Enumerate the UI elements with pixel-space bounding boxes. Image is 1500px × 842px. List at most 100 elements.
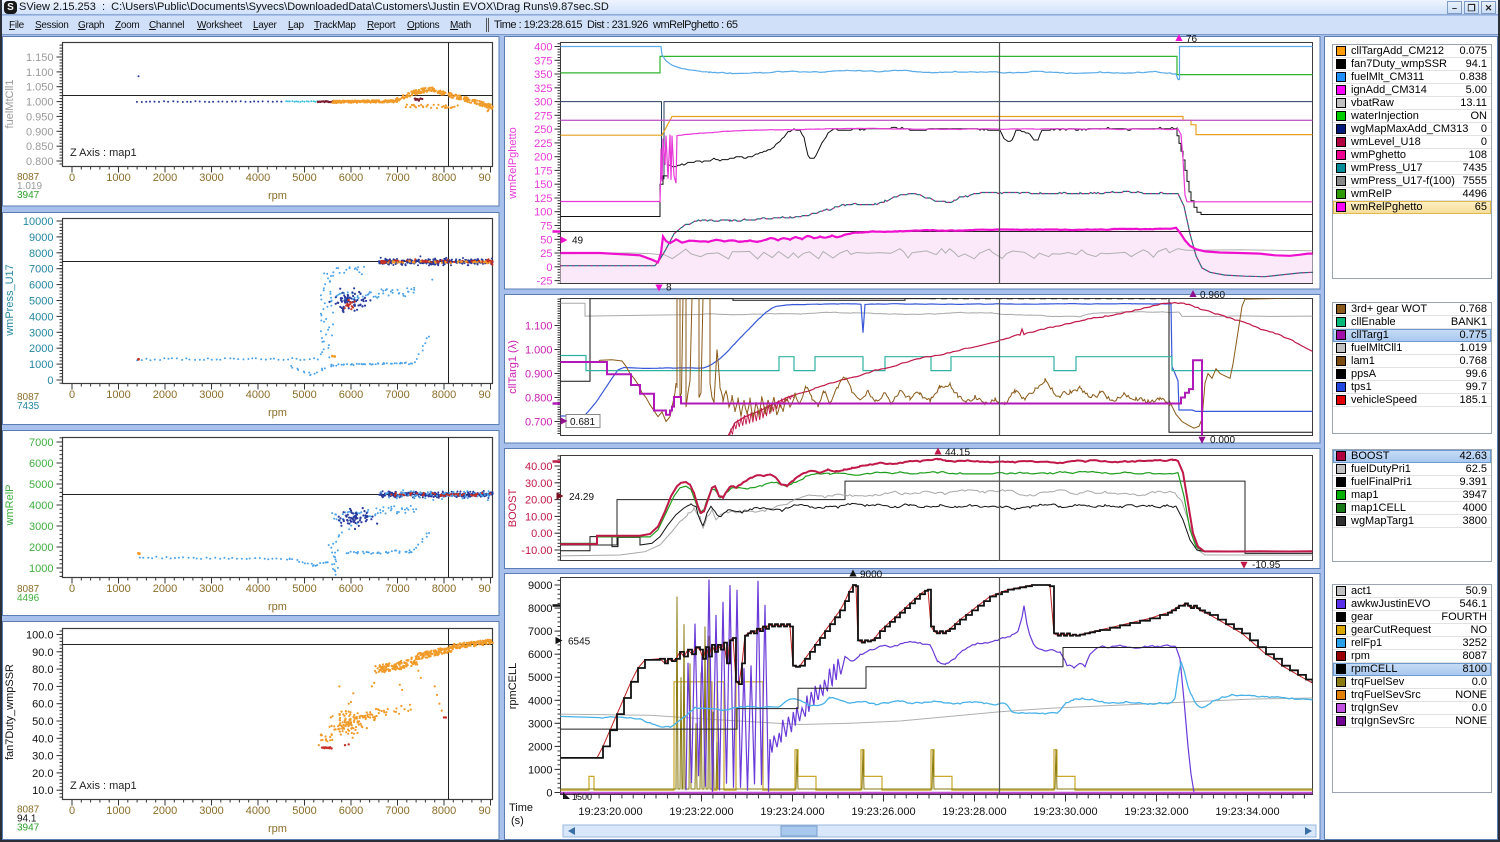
svg-text:19:23:34.000: 19:23:34.000 [1215, 806, 1279, 818]
svg-text:0: 0 [69, 172, 75, 184]
svg-text:0.700: 0.700 [525, 417, 553, 429]
svg-text:7000: 7000 [385, 583, 409, 595]
svg-text:2000: 2000 [29, 343, 53, 355]
svg-text:50: 50 [540, 234, 552, 246]
svg-text:4000: 4000 [246, 172, 270, 184]
svg-text:Z Axis : map1: Z Axis : map1 [70, 147, 137, 159]
svg-text:0.850: 0.850 [26, 141, 54, 153]
svg-text:6000: 6000 [29, 458, 53, 470]
svg-text:2000: 2000 [528, 741, 552, 753]
svg-text:5000: 5000 [29, 296, 53, 308]
svg-text:6000: 6000 [339, 805, 363, 817]
svg-text:5000: 5000 [29, 479, 53, 491]
svg-text:3000: 3000 [29, 327, 53, 339]
svg-text:19:23:24.000: 19:23:24.000 [760, 806, 824, 818]
svg-text:2000: 2000 [153, 389, 177, 401]
svg-text:wmPress_U17: wmPress_U17 [4, 264, 16, 337]
svg-text:5000: 5000 [292, 805, 316, 817]
svg-text:0.960: 0.960 [1200, 290, 1225, 301]
svg-text:125: 125 [534, 193, 552, 205]
svg-text:8000: 8000 [432, 583, 456, 595]
svg-text:19:23:20.000: 19:23:20.000 [578, 806, 642, 818]
svg-text:9000: 9000 [528, 580, 552, 592]
svg-text:8000: 8000 [432, 805, 456, 817]
svg-text:3000: 3000 [29, 521, 53, 533]
svg-text:fan7Duty_wmpSSR: fan7Duty_wmpSSR [4, 664, 16, 760]
svg-text:76: 76 [1186, 34, 1198, 45]
svg-text:6000: 6000 [339, 172, 363, 184]
svg-text:90: 90 [479, 583, 491, 595]
svg-text:70.0: 70.0 [32, 681, 53, 693]
svg-text:20.00: 20.00 [525, 495, 553, 507]
svg-text:0.681: 0.681 [570, 417, 595, 428]
svg-text:1.100: 1.100 [525, 321, 553, 333]
svg-text:8000: 8000 [432, 172, 456, 184]
svg-text:5000: 5000 [292, 583, 316, 595]
svg-text:0: 0 [69, 805, 75, 817]
svg-text:175: 175 [534, 165, 552, 177]
svg-text:19:23:30.000: 19:23:30.000 [1033, 806, 1097, 818]
svg-text:225: 225 [534, 138, 552, 150]
svg-text:6000: 6000 [339, 583, 363, 595]
svg-text:5000: 5000 [292, 172, 316, 184]
svg-text:0: 0 [47, 375, 53, 387]
svg-text:wmRelPghetto: wmRelPghetto [507, 127, 519, 200]
svg-text:3000: 3000 [528, 718, 552, 730]
svg-text:25: 25 [540, 248, 552, 260]
svg-text:90: 90 [479, 805, 491, 817]
svg-text:fuelMtCll1: fuelMtCll1 [4, 80, 16, 129]
svg-text:rpm: rpm [268, 601, 287, 613]
svg-text:4496: 4496 [17, 593, 40, 604]
svg-text:50.0: 50.0 [32, 716, 53, 728]
svg-text:Z Axis : map1: Z Axis : map1 [70, 780, 137, 792]
svg-text:49: 49 [572, 236, 584, 247]
svg-text:7000: 7000 [29, 437, 53, 449]
svg-text:1500: 1500 [572, 792, 592, 802]
svg-text:Time: Time [509, 802, 533, 814]
svg-text:19:23:28.000: 19:23:28.000 [942, 806, 1006, 818]
svg-text:2000: 2000 [153, 172, 177, 184]
svg-text:44.15: 44.15 [945, 448, 970, 459]
svg-text:3947: 3947 [17, 190, 40, 201]
svg-text:1000: 1000 [106, 805, 130, 817]
svg-text:250: 250 [534, 124, 552, 136]
svg-text:9000: 9000 [29, 232, 53, 244]
svg-text:4000: 4000 [29, 311, 53, 323]
svg-text:0.900: 0.900 [525, 369, 553, 381]
svg-text:300: 300 [534, 97, 552, 109]
svg-text:4000: 4000 [246, 805, 270, 817]
svg-text:24.29: 24.29 [569, 492, 594, 503]
svg-text:rpmCELL: rpmCELL [507, 663, 519, 709]
svg-text:cllTarg1 (λ): cllTarg1 (λ) [507, 340, 519, 394]
svg-text:2000: 2000 [153, 805, 177, 817]
svg-text:4000: 4000 [528, 695, 552, 707]
svg-text:1000: 1000 [106, 172, 130, 184]
svg-text:80.0: 80.0 [32, 664, 53, 676]
svg-text:6000: 6000 [339, 389, 363, 401]
svg-text:1.100: 1.100 [26, 67, 54, 79]
svg-text:7000: 7000 [528, 626, 552, 638]
svg-text:0.000: 0.000 [1210, 435, 1235, 446]
svg-text:350: 350 [534, 69, 552, 81]
svg-text:3000: 3000 [199, 805, 223, 817]
svg-text:60.0: 60.0 [32, 699, 53, 711]
svg-text:10.00: 10.00 [525, 511, 553, 523]
svg-text:325: 325 [534, 83, 552, 95]
svg-text:-10.00: -10.00 [521, 545, 552, 557]
svg-text:(s): (s) [511, 815, 524, 827]
svg-text:275: 275 [534, 110, 552, 122]
svg-text:7000: 7000 [29, 264, 53, 276]
svg-text:375: 375 [534, 55, 552, 67]
svg-text:30.0: 30.0 [32, 751, 53, 763]
svg-text:2000: 2000 [29, 542, 53, 554]
svg-text:40.0: 40.0 [32, 733, 53, 745]
svg-text:rpm: rpm [268, 823, 287, 835]
svg-text:1000: 1000 [106, 389, 130, 401]
svg-text:1.000: 1.000 [525, 345, 553, 357]
svg-text:1000: 1000 [29, 563, 53, 575]
svg-text:100.0: 100.0 [26, 630, 54, 642]
svg-text:1.050: 1.050 [26, 82, 54, 94]
svg-text:1000: 1000 [106, 583, 130, 595]
svg-text:2000: 2000 [153, 583, 177, 595]
svg-text:75: 75 [540, 221, 552, 233]
